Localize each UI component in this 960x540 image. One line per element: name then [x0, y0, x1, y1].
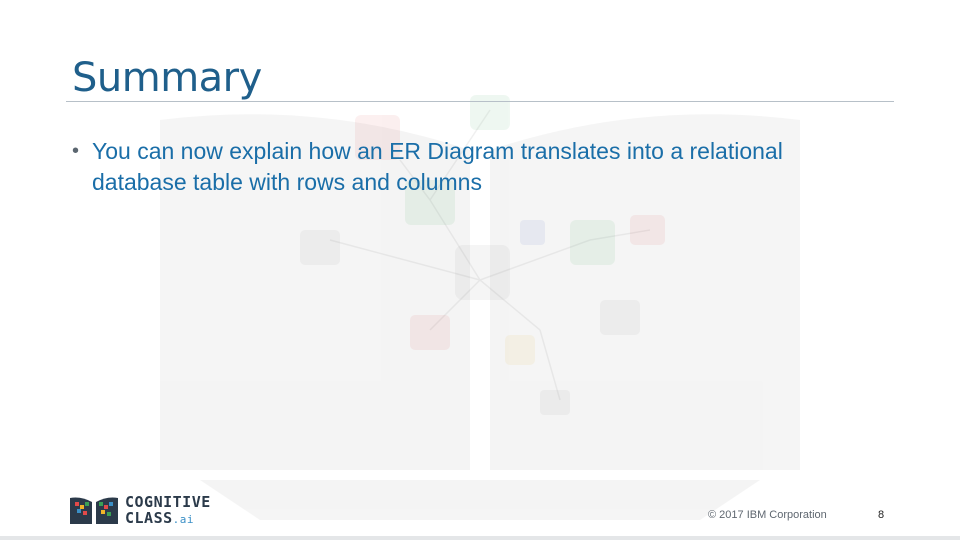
- book-logo-icon: [70, 497, 118, 524]
- cognitive-class-logo: COGNITIVE CLASS.ai: [68, 494, 228, 528]
- bullet-list: • You can now explain how an ER Diagram …: [72, 136, 872, 198]
- copyright-text: © 2017 IBM Corporation: [708, 509, 827, 521]
- slide: Summary • You can now explain how an ER …: [0, 0, 960, 540]
- page-title: Summary: [72, 55, 262, 101]
- page-number: 8: [878, 509, 885, 521]
- bullet-item: • You can now explain how an ER Diagram …: [72, 136, 872, 198]
- logo-suffix: .ai: [172, 513, 195, 526]
- logo-class: CLASS: [125, 509, 173, 527]
- bottom-bar: [0, 536, 960, 540]
- logo-line-2: CLASS.ai: [125, 510, 211, 528]
- title-divider: [66, 101, 894, 102]
- logo-wordmark: COGNITIVE CLASS.ai: [125, 494, 211, 528]
- logo-line-1: COGNITIVE: [125, 493, 211, 511]
- bullet-glyph: •: [72, 140, 80, 162]
- bullet-text: You can now explain how an ER Diagram tr…: [92, 138, 783, 195]
